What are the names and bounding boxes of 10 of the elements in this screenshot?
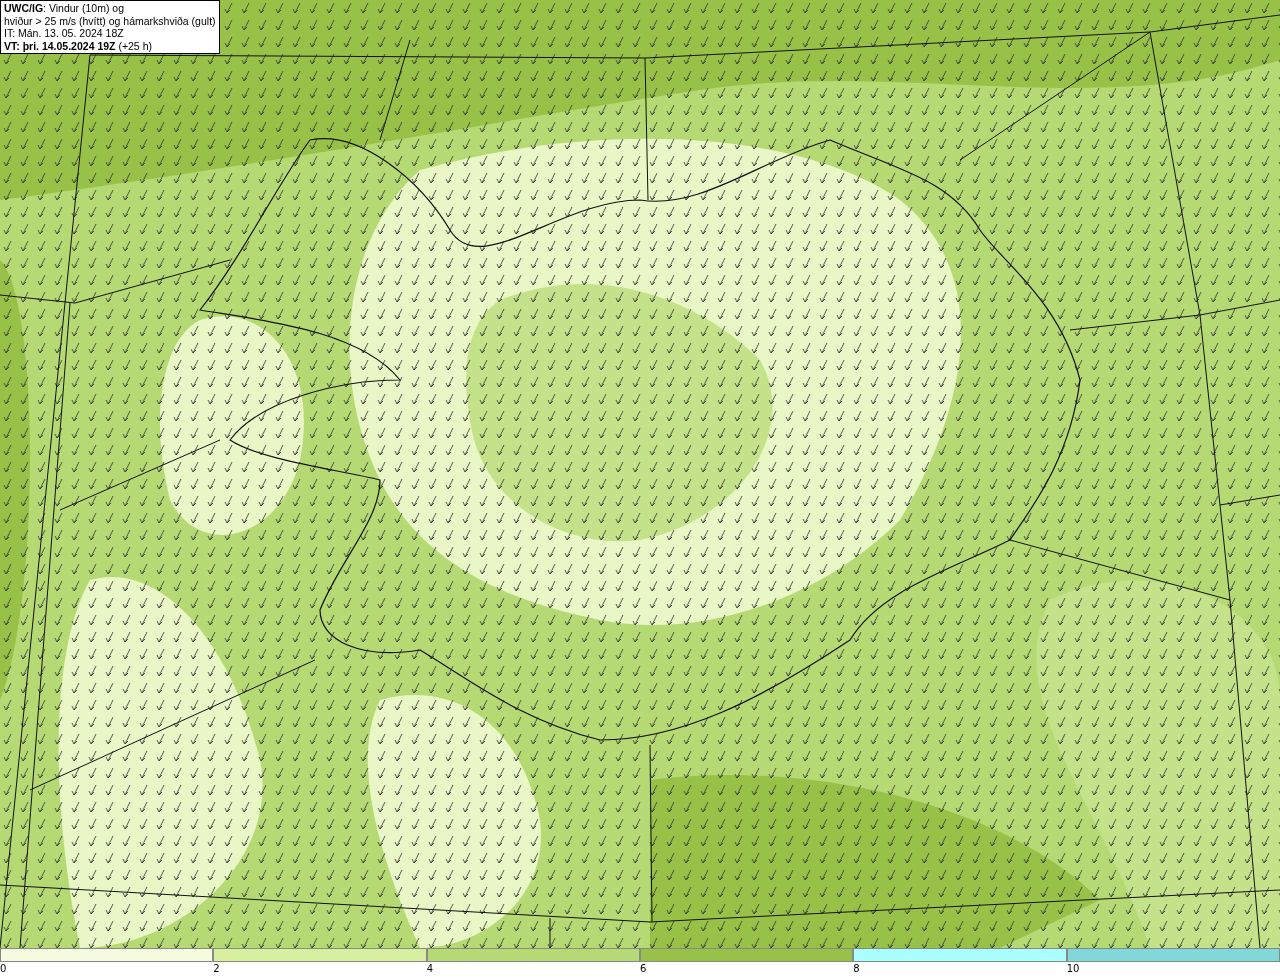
map-info-text: VT: þri. 14.05.2024 19Z (+25 h) [4, 39, 153, 52]
legend-label: 6 [640, 962, 647, 976]
legend-label: 2 [213, 962, 220, 976]
map-info-text: UWC/IG: Vindur (10m) og [4, 2, 125, 15]
legend-label: 10 [1066, 962, 1080, 976]
map-info-text: IT: Mán. 13. 05. 2024 18Z [4, 27, 125, 40]
legend-label: 0 [0, 962, 7, 976]
legend-label: 8 [853, 962, 860, 976]
map-info-text: hviður > 25 m/s (hvítt) og hámarkshviða (gult) [4, 14, 216, 27]
legend-label: 4 [426, 962, 434, 976]
